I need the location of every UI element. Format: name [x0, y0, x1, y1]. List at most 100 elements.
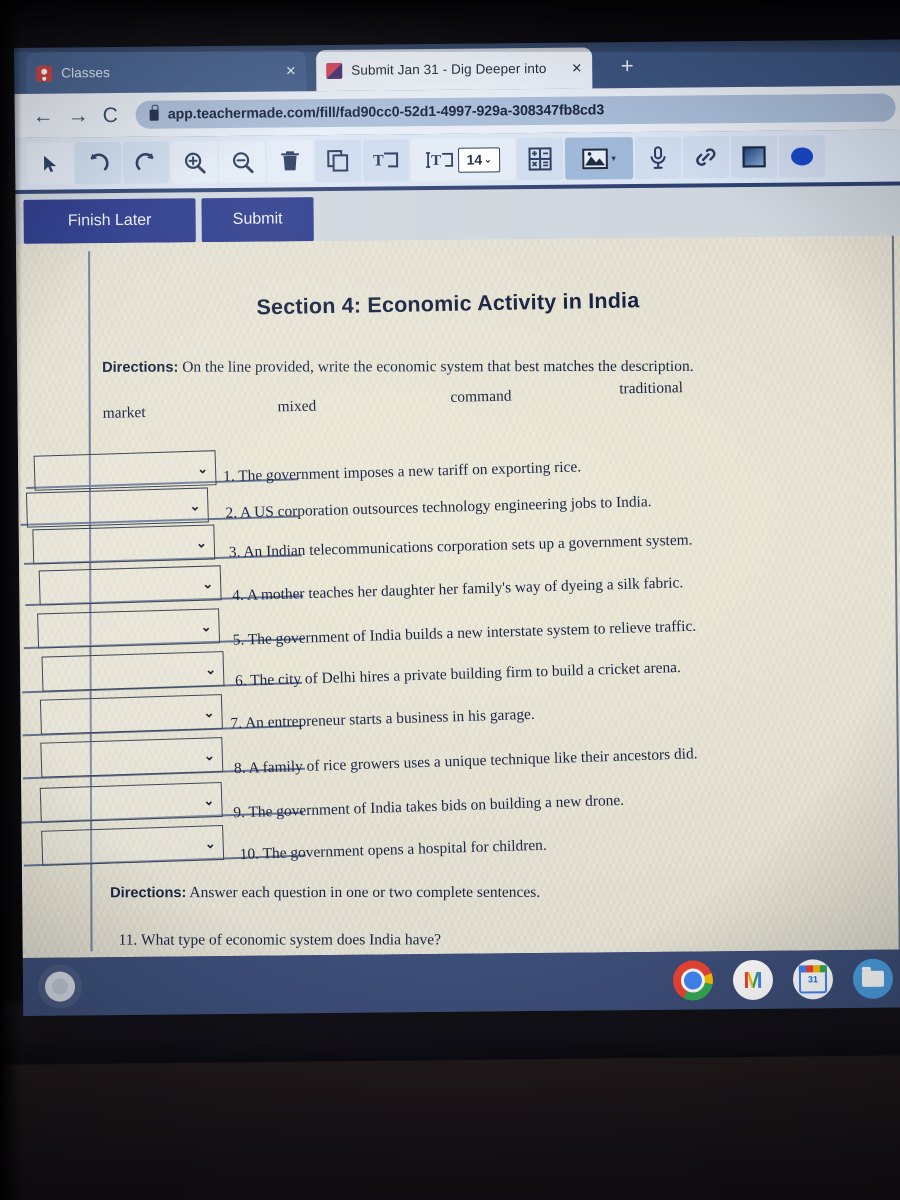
forward-icon[interactable]: → — [68, 104, 89, 127]
chevron-down-icon: ⌄ — [203, 704, 215, 720]
link-tool[interactable] — [682, 136, 730, 179]
question-number: 3. — [228, 543, 241, 562]
word-bank-item: market — [102, 403, 146, 422]
ellipse-tool[interactable] — [778, 135, 826, 178]
page-title: Section 4: Economic Activity in India — [256, 288, 640, 320]
calendar-glyph — [798, 965, 828, 994]
question-text-3: 3. An Indian telecommunications corporat… — [229, 531, 693, 562]
answer-dropdown-9[interactable]: ⌄ — [39, 781, 223, 823]
tab-title: Submit Jan 31 - Dig Deeper into — [351, 60, 547, 78]
undo-tool[interactable] — [74, 141, 122, 185]
chevron-down-icon: ⌄ — [195, 534, 207, 551]
chromeos-shelf: M — [22, 949, 900, 1016]
new-tab-button[interactable]: + — [614, 53, 640, 80]
tab-close-icon[interactable]: ✕ — [285, 63, 296, 78]
editor-toolbar: T T 14 ⌄ ▾ — [14, 129, 900, 190]
answer-dropdown-8[interactable]: ⌄ — [40, 737, 224, 778]
answer-dropdown-7[interactable]: ⌄ — [39, 694, 223, 735]
browser-tab-teachermade[interactable]: Submit Jan 31 - Dig Deeper into ✕ — [316, 47, 593, 92]
cursor-tool[interactable] — [26, 142, 74, 185]
word-bank-item: traditional — [619, 379, 684, 398]
tab-close-icon[interactable]: ✕ — [571, 61, 582, 76]
answer-dropdown-1[interactable]: ⌄ — [33, 450, 217, 491]
answer-dropdown-2[interactable]: ⌄ — [25, 487, 209, 528]
question-number: 9. — [233, 803, 246, 822]
question-text-9: 9. The government of India takes bids on… — [233, 792, 624, 823]
laptop-screen: Classes ✕ Submit Jan 31 - Dig Deeper int… — [14, 39, 900, 1016]
teachermade-icon — [326, 62, 343, 79]
directions-2-text: Answer each question in one or two compl… — [189, 883, 541, 902]
question-number: 4. — [232, 586, 245, 605]
font-size-value: 14 — [466, 151, 483, 168]
delete-tool[interactable] — [266, 140, 314, 183]
text-box-tool[interactable]: T — [362, 139, 410, 182]
shelf-icons: M — [672, 958, 894, 1001]
question-text-11: 11. What type of economic system does In… — [118, 931, 441, 949]
redo-tool[interactable] — [122, 141, 170, 184]
question-text-6: 6. The city of Delhi hires a private bui… — [235, 659, 681, 691]
reload-icon[interactable]: C — [103, 104, 118, 127]
question-body: A mother teaches her daughter her family… — [246, 574, 684, 604]
answer-dropdown-10[interactable]: ⌄ — [41, 824, 225, 866]
directions-2-label: Directions: — [110, 885, 187, 902]
worksheet-content: Section 4: Economic Activity in India Di… — [16, 235, 900, 958]
word-bank-item: command — [450, 387, 512, 406]
finish-later-button[interactable]: Finish Later — [23, 198, 196, 244]
question-text-7: 7. An entrepreneur starts a business in … — [230, 706, 535, 733]
folder-glyph — [861, 970, 885, 987]
question-text-1: 1. The government imposes a new tariff o… — [223, 458, 581, 486]
svg-text:T: T — [431, 153, 441, 169]
duplicate-tool[interactable] — [314, 139, 362, 183]
answer-dropdown-3[interactable]: ⌄ — [32, 524, 216, 565]
chevron-down-icon: ⌄ — [204, 661, 217, 677]
font-size-tool[interactable]: T 14 ⌄ — [410, 138, 516, 182]
submit-button[interactable]: Submit — [201, 197, 314, 243]
chevron-down-icon: ⌄ — [484, 153, 492, 164]
back-icon[interactable]: ← — [33, 104, 54, 127]
directions-1: Directions: On the line provided, write … — [102, 358, 694, 377]
chevron-down-icon: ⌄ — [202, 575, 214, 591]
word-bank-item: mixed — [277, 397, 317, 416]
chrome-icon[interactable] — [672, 960, 714, 1001]
chevron-down-icon: ⌄ — [203, 747, 216, 763]
directions-1-label: Directions: — [102, 359, 179, 376]
chevron-down-icon: ⌄ — [203, 792, 215, 808]
answer-dropdown-5[interactable]: ⌄ — [37, 608, 221, 649]
question-body: The city of Delhi hires a private buildi… — [249, 658, 682, 690]
zoom-in-tool[interactable] — [170, 141, 218, 184]
photo-of-laptop-screen: Classes ✕ Submit Jan 31 - Dig Deeper int… — [0, 0, 900, 1200]
font-size-select[interactable]: 14 ⌄ — [457, 146, 501, 173]
gmail-icon[interactable]: M — [732, 959, 774, 1001]
files-icon[interactable] — [852, 958, 894, 999]
lock-icon — [149, 109, 159, 121]
svg-text:T: T — [373, 152, 384, 169]
address-bar[interactable]: app.teachermade.com/fill/fad90cc0-52d1-4… — [135, 93, 896, 129]
chevron-down-icon: ⌄ — [196, 460, 209, 476]
gmail-letter: M — [743, 966, 763, 993]
zoom-out-tool[interactable] — [218, 140, 266, 184]
answer-dropdown-6[interactable]: ⌄ — [41, 651, 225, 692]
question-body: An entrepreneur starts a business in his… — [244, 705, 535, 732]
audio-tool[interactable] — [634, 136, 682, 180]
launcher-button[interactable] — [44, 971, 76, 1002]
calendar-icon[interactable] — [792, 959, 834, 1000]
question-text-4: 4. A mother teaches her daughter her fam… — [232, 574, 683, 605]
chevron-down-icon: ▾ — [611, 152, 616, 163]
question-text-8: 8. A family of rice growers uses a uniqu… — [234, 745, 698, 778]
question-body: A family of rice growers uses a unique t… — [248, 745, 698, 777]
chevron-down-icon: ⌄ — [200, 618, 212, 634]
question-number: 2. — [225, 504, 238, 522]
question-body: The government opens a hospital for chil… — [262, 836, 547, 863]
question-number: 5. — [232, 631, 245, 649]
answer-dropdown-4[interactable]: ⌄ — [38, 565, 222, 606]
question-number: 6. — [234, 672, 247, 690]
question-body: The government of India takes bids on bu… — [248, 791, 625, 821]
rectangle-tool[interactable] — [730, 135, 778, 179]
equation-tool[interactable] — [516, 137, 564, 181]
question-body: The government imposes a new tariff on e… — [238, 458, 582, 485]
url-text: app.teachermade.com/fill/fad90cc0-52d1-4… — [167, 102, 605, 123]
image-tool[interactable]: ▾ — [564, 137, 634, 180]
question-body: An Indian telecommunications corporation… — [243, 531, 693, 561]
browser-tab-classes[interactable]: Classes ✕ — [26, 50, 307, 94]
question-number: 8. — [233, 759, 246, 778]
